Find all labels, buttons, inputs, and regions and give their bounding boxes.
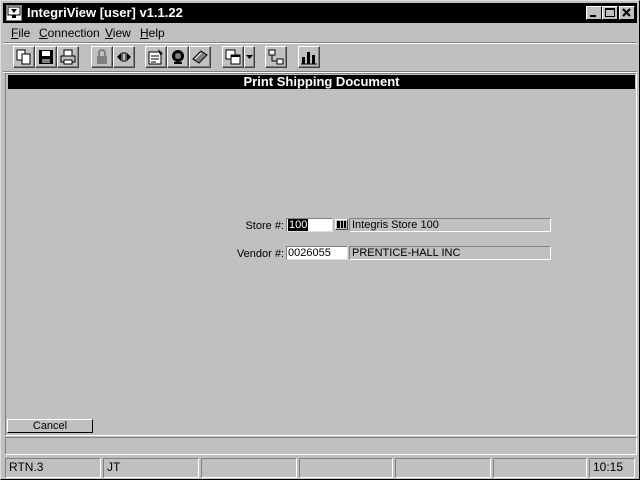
store-lookup-button[interactable] <box>335 219 348 230</box>
network-button[interactable] <box>265 46 287 68</box>
status-cell-5 <box>395 458 491 478</box>
book-icon <box>192 50 208 64</box>
minimize-icon <box>590 15 596 17</box>
lookup-icon <box>337 221 346 228</box>
status-clock: 10:15 <box>589 458 635 478</box>
store-description: Integris Store 100 <box>349 218 551 232</box>
menu-bar: File Connection View Help <box>3 24 637 42</box>
store-input[interactable]: 100 <box>286 218 333 232</box>
dropdown-arrow-icon <box>246 55 253 59</box>
monitor-button[interactable] <box>167 46 189 68</box>
vendor-description: PRENTICE-HALL INC <box>349 246 551 260</box>
menu-view[interactable]: View <box>105 26 131 40</box>
vendor-label: Vendor #: <box>236 248 284 260</box>
form-title: Print Shipping Document <box>8 75 635 89</box>
window-title: IntegriView [user] v1.1.22 <box>27 5 183 20</box>
status-cell-function: RTN.3 <box>5 458 101 478</box>
system-menu-icon[interactable] <box>6 5 22 21</box>
properties-icon <box>148 49 163 65</box>
cancel-button[interactable]: Cancel <box>7 419 93 433</box>
toolbar <box>3 44 637 71</box>
windows-button[interactable] <box>222 46 244 68</box>
connect-button[interactable] <box>113 46 135 68</box>
store-value: 100 <box>288 219 309 231</box>
save-button[interactable] <box>35 46 57 68</box>
chart-button[interactable] <box>298 46 320 68</box>
app-window: IntegriView [user] v1.1.22 File Connecti… <box>0 0 640 480</box>
maximize-icon <box>605 8 615 17</box>
menu-file[interactable]: File <box>11 26 30 40</box>
print-button[interactable] <box>57 46 79 68</box>
menu-help[interactable]: Help <box>140 26 165 40</box>
copy-icon <box>16 49 31 65</box>
status-cell-user: JT <box>103 458 199 478</box>
vendor-input[interactable]: 0026055 <box>286 246 348 260</box>
chart-icon <box>301 52 317 65</box>
maximize-button[interactable] <box>602 6 618 20</box>
form-panel: Print Shipping Document Store #: 100 Int… <box>5 73 637 436</box>
status-cell-4 <box>299 458 393 478</box>
title-bar[interactable]: IntegriView [user] v1.1.22 <box>3 3 637 23</box>
minimize-button[interactable] <box>586 6 602 20</box>
copy-button[interactable] <box>13 46 35 68</box>
windows-dropdown-button[interactable] <box>244 46 255 68</box>
properties-button[interactable] <box>145 46 167 68</box>
connect-icon <box>117 52 131 62</box>
menu-connection[interactable]: Connection <box>39 26 100 40</box>
save-icon <box>39 50 53 64</box>
status-cell-6 <box>493 458 587 478</box>
book-button[interactable] <box>189 46 211 68</box>
print-icon <box>60 49 76 65</box>
lock-icon <box>97 49 107 64</box>
network-icon <box>268 49 284 65</box>
store-label: Store #: <box>245 220 284 232</box>
close-icon <box>622 8 631 17</box>
close-button[interactable] <box>619 6 635 20</box>
message-line <box>5 437 637 455</box>
windows-icon <box>225 49 241 65</box>
lock-button[interactable] <box>91 46 113 68</box>
status-cell-3 <box>201 458 297 478</box>
monitor-icon <box>172 50 184 64</box>
